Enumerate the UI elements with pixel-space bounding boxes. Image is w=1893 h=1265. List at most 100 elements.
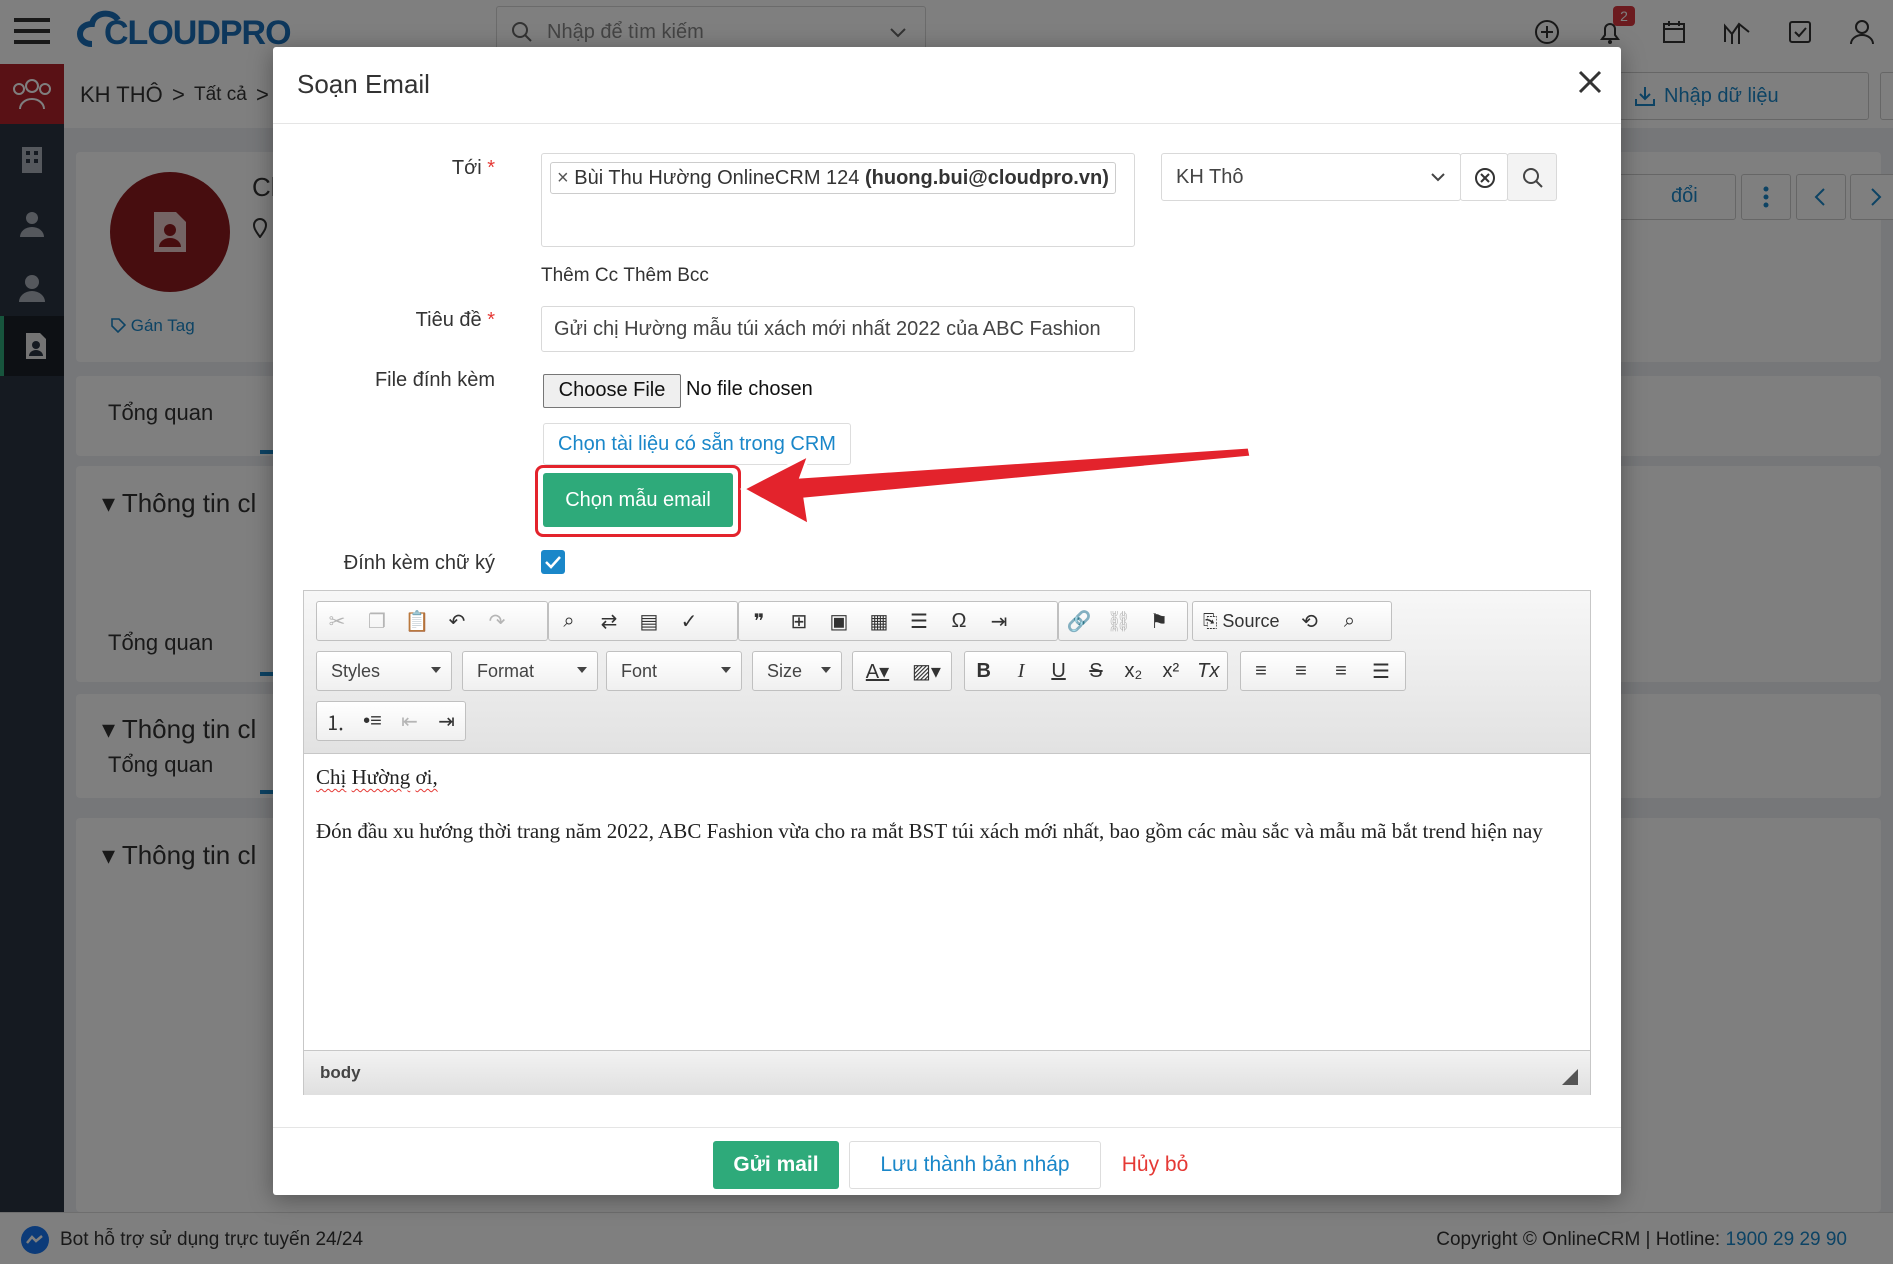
greeting-word: Hường <box>351 765 411 789</box>
replace-icon[interactable]: ⇄ <box>589 602 629 640</box>
cc-bcc-links: Thêm Cc Thêm Bcc <box>541 265 709 287</box>
send-mail-button[interactable]: Gửi mail <box>713 1141 839 1189</box>
compose-email-modal: Soạn Email Tới * × Bùi Thu Hường OnlineC… <box>273 47 1621 1195</box>
bulleted-list-icon[interactable]: •≡ <box>354 702 391 740</box>
size-dropdown[interactable]: Size <box>752 651 842 691</box>
modal-header: Soạn Email <box>273 47 1621 124</box>
clipboard-group: ✂ ❐ 📋 ↶ ↷ <box>316 601 548 641</box>
source-button[interactable]: ⎘ Source <box>1193 611 1289 632</box>
cut-icon[interactable]: ✂ <box>317 602 357 640</box>
styles-dropdown[interactable]: Styles <box>316 651 452 691</box>
attachment-label: File đính kèm <box>374 369 495 391</box>
cancel-button[interactable]: Hủy bỏ <box>1109 1141 1201 1189</box>
special-char-icon[interactable]: Ω <box>939 602 979 640</box>
subject-label-text: Tiêu đề <box>415 309 482 331</box>
templates-icon[interactable]: ⟲ <box>1289 602 1329 640</box>
to-label-text: Tới <box>451 157 482 179</box>
editor-statusbar: body <box>304 1050 1590 1095</box>
align-justify-icon[interactable]: ☰ <box>1361 652 1401 690</box>
insert-group: ❞ ⊞ ▣ ▦ ☰ Ω ⇥ <box>738 601 1058 641</box>
save-draft-button[interactable]: Lưu thành bản nháp <box>849 1141 1101 1189</box>
add-cc-link[interactable]: Thêm Cc <box>541 265 618 286</box>
recipients-input[interactable]: × Bùi Thu Hường OnlineCRM 124 (huong.bui… <box>541 153 1135 247</box>
annotation-arrow <box>739 445 1253 528</box>
clear-module-button[interactable] <box>1460 153 1508 201</box>
text-color-icon[interactable]: A▾ <box>853 652 902 690</box>
rich-text-editor: ✂ ❐ 📋 ↶ ↷ ⌕ ⇄ ▤ ✓ ❞ ⊞ ▣ ▦ ☰ Ω ⇥ 🔗 ⛓ ⚑ ⎘ … <box>303 590 1591 1095</box>
indent-icon[interactable]: ⇥ <box>428 702 465 740</box>
clear-circle-icon <box>1475 168 1495 188</box>
copy-icon[interactable]: ❐ <box>357 602 397 640</box>
preview-icon[interactable]: ⌕ <box>1329 602 1369 640</box>
attach-signature-checkbox[interactable] <box>541 550 565 574</box>
subject-input[interactable]: Gửi chị Hường mẫu túi xách mới nhất 2022… <box>541 306 1135 352</box>
basic-style-group: B I U S x₂ x² Tx <box>964 651 1228 691</box>
chevron-down-icon <box>1431 173 1445 182</box>
font-dropdown[interactable]: Font <box>606 651 742 691</box>
superscript-icon[interactable]: x² <box>1152 652 1189 690</box>
no-file-text: No file chosen <box>686 378 813 400</box>
blockquote-icon[interactable]: ❞ <box>739 602 779 640</box>
modal-title: Soạn Email <box>297 69 430 99</box>
table-icon[interactable]: ▦ <box>859 602 899 640</box>
subject-value: Gửi chị Hường mẫu túi xách mới nhất 2022… <box>554 318 1101 340</box>
modal-footer-divider <box>273 1127 1621 1128</box>
editor-toolbar: ✂ ❐ 📋 ↶ ↷ ⌕ ⇄ ▤ ✓ ❞ ⊞ ▣ ▦ ☰ Ω ⇥ 🔗 ⛓ ⚑ ⎘ … <box>304 591 1590 754</box>
search-icon <box>1523 168 1543 188</box>
div-container-icon[interactable]: ⊞ <box>779 602 819 640</box>
page-break-icon[interactable]: ⇥ <box>979 602 1019 640</box>
to-label: Tới * <box>295 157 495 180</box>
module-select[interactable]: KH Thô <box>1161 153 1461 201</box>
unlink-icon[interactable]: ⛓ <box>1099 602 1139 640</box>
spellcheck-icon[interactable]: ✓ <box>669 602 709 640</box>
image-icon[interactable]: ▣ <box>819 602 859 640</box>
search-recipient-button[interactable] <box>1507 153 1557 201</box>
outdent-icon[interactable]: ⇤ <box>391 702 428 740</box>
undo-icon[interactable]: ↶ <box>437 602 477 640</box>
subscript-icon[interactable]: x₂ <box>1115 652 1152 690</box>
body-paragraph: Đón đầu xu hướng thời trang năm 2022, AB… <box>316 819 1543 843</box>
recipient-email: (huong.bui@cloudpro.vn) <box>864 167 1109 189</box>
resize-handle-icon[interactable] <box>1562 1069 1578 1085</box>
find-icon[interactable]: ⌕ <box>549 602 589 640</box>
caret-down-icon <box>431 667 441 673</box>
select-all-icon[interactable]: ▤ <box>629 602 669 640</box>
anchor-flag-icon[interactable]: ⚑ <box>1139 602 1179 640</box>
signature-label: Đính kèm chữ ký <box>343 552 495 574</box>
italic-icon[interactable]: I <box>1002 652 1039 690</box>
remove-recipient-icon[interactable]: × <box>557 167 569 189</box>
align-group: ≡ ≡ ≡ ☰ <box>1240 651 1406 691</box>
horizontal-line-icon[interactable]: ☰ <box>899 602 939 640</box>
find-group: ⌕ ⇄ ▤ ✓ <box>548 601 738 641</box>
format-dropdown[interactable]: Format <box>462 651 598 691</box>
check-icon <box>545 556 561 569</box>
bold-icon[interactable]: B <box>965 652 1002 690</box>
module-select-value: KH Thô <box>1176 166 1244 188</box>
align-center-icon[interactable]: ≡ <box>1281 652 1321 690</box>
recipient-chip: × Bùi Thu Hường OnlineCRM 124 (huong.bui… <box>550 162 1116 194</box>
greeting-word: ơi, <box>415 765 438 789</box>
element-path[interactable]: body <box>320 1063 361 1083</box>
styles-label: Styles <box>331 660 381 681</box>
add-bcc-link[interactable]: Thêm Bcc <box>623 265 709 286</box>
source-label: Source <box>1222 610 1280 631</box>
numbered-list-icon[interactable]: ⒈ <box>317 702 354 740</box>
choose-email-template-button[interactable]: Chọn mẫu email <box>543 473 733 527</box>
strikethrough-icon[interactable]: S <box>1077 652 1114 690</box>
align-left-icon[interactable]: ≡ <box>1241 652 1281 690</box>
color-group: A▾ ▨▾ <box>852 651 952 691</box>
greeting-line: Chị Hường ơi, <box>316 764 1578 791</box>
link-group: 🔗 ⛓ ⚑ <box>1058 601 1188 641</box>
underline-icon[interactable]: U <box>1040 652 1077 690</box>
align-right-icon[interactable]: ≡ <box>1321 652 1361 690</box>
link-icon[interactable]: 🔗 <box>1059 602 1099 640</box>
source-icon: ⎘ <box>1203 610 1218 631</box>
bg-color-icon[interactable]: ▨▾ <box>902 652 951 690</box>
paste-icon[interactable]: 📋 <box>397 602 437 640</box>
remove-format-icon[interactable]: Tx <box>1190 652 1227 690</box>
redo-icon[interactable]: ↷ <box>477 602 517 640</box>
choose-file-button[interactable]: Choose File <box>543 374 681 408</box>
size-label: Size <box>767 660 803 681</box>
close-icon[interactable] <box>1577 69 1603 95</box>
editor-content[interactable]: Chị Hường ơi, Đón đầu xu hướng thời tran… <box>304 754 1590 1050</box>
